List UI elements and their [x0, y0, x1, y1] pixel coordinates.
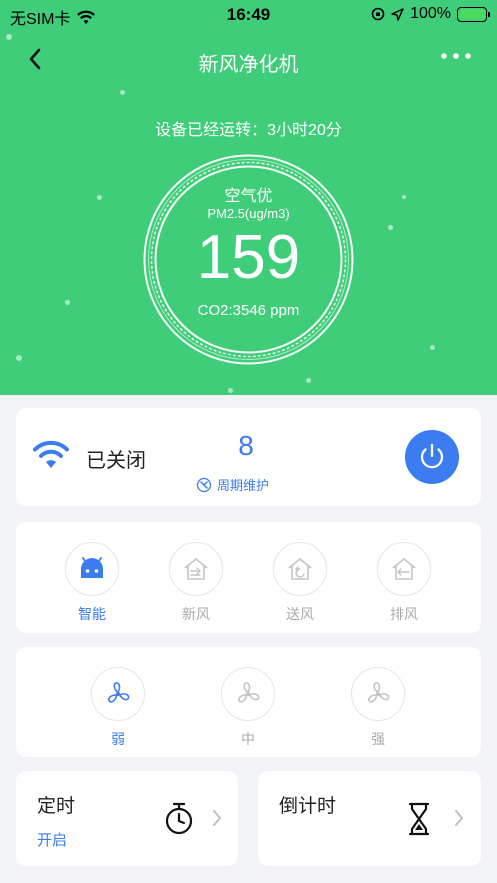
- timer-title: 定时: [37, 796, 76, 817]
- air-quality-label: 空气优: [224, 188, 273, 205]
- timer-status: 开启: [37, 832, 68, 849]
- speed-high-circle: [351, 667, 405, 721]
- speed-low-circle: [91, 667, 145, 721]
- mode-supply-air[interactable]: 送风: [272, 542, 328, 624]
- page-title: 新风净化机: [198, 54, 299, 76]
- decor-dot: [306, 378, 311, 383]
- mode-smart[interactable]: 智能: [64, 542, 120, 624]
- mode-exhaust-circle: [377, 542, 431, 596]
- battery-icon: [457, 6, 490, 22]
- speed-medium[interactable]: 中: [220, 667, 276, 749]
- device-status-card: 已关闭 8 周期维护: [16, 408, 481, 506]
- stopwatch-icon: [165, 802, 193, 835]
- speed-high[interactable]: 强: [350, 667, 406, 749]
- mode-fresh-air-label: 新风: [182, 606, 210, 622]
- power-button[interactable]: [405, 430, 459, 484]
- speed-medium-label: 中: [241, 731, 255, 747]
- timer-card[interactable]: 定时 开启: [16, 771, 238, 866]
- battery-percent: 100%: [410, 5, 451, 22]
- mode-exhaust[interactable]: 排风: [376, 542, 432, 624]
- decor-dot: [228, 388, 233, 393]
- mode-fresh-air[interactable]: 新风: [168, 542, 224, 624]
- hourglass-icon: [408, 802, 430, 836]
- wifi-connection-icon: [33, 440, 69, 468]
- co2-reading: CO2:3546 ppm: [197, 302, 300, 319]
- decor-dot: [16, 355, 22, 361]
- orientation-lock-icon: [371, 7, 385, 21]
- pm25-unit-label: PM2.5(ug/m3): [207, 206, 290, 221]
- location-arrow-icon: [391, 7, 404, 21]
- mode-selector-card: 智能 新风 送风 排风: [16, 522, 481, 633]
- decor-dot: [430, 345, 435, 350]
- mode-smart-label: 智能: [78, 606, 106, 622]
- speed-high-label: 强: [371, 731, 385, 747]
- chevron-right-icon: [455, 810, 463, 826]
- maintenance-link[interactable]: 周期维护: [196, 475, 269, 494]
- runtime-label: 设备已经运转：3小时20分: [155, 122, 342, 139]
- status-bar: 无SIM卡 16:49 100%: [0, 0, 497, 30]
- android-robot-icon: [81, 557, 103, 578]
- fan-icon: [367, 682, 390, 703]
- mode-smart-circle: [65, 542, 119, 596]
- power-icon: [420, 443, 444, 469]
- pm25-value: 159: [196, 223, 301, 292]
- fan-speed-card: 弱 中 强: [16, 647, 481, 757]
- speed-medium-circle: [221, 667, 275, 721]
- mode-exhaust-label: 排风: [390, 606, 418, 622]
- speed-low-label: 弱: [111, 731, 125, 747]
- fan-icon: [237, 682, 260, 703]
- speed-low[interactable]: 弱: [90, 667, 146, 749]
- hero-panel: 无SIM卡 16:49 100% 新风净化机 设备已经运转：3小时20分 空气优…: [0, 0, 497, 395]
- house-supply-air-icon: [288, 558, 312, 580]
- decor-dot: [120, 90, 125, 95]
- device-state-label: 已关闭: [86, 450, 146, 472]
- maintenance-count: 8: [238, 430, 254, 461]
- chevron-right-icon: [213, 810, 221, 826]
- more-menu-icon[interactable]: [439, 46, 473, 66]
- wrench-icon: [196, 477, 212, 492]
- countdown-card[interactable]: 倒计时: [258, 771, 481, 866]
- maintenance-label: 周期维护: [217, 478, 270, 493]
- nav-bar: 新风净化机: [0, 40, 497, 80]
- mode-supply-air-circle: [273, 542, 327, 596]
- house-exhaust-icon: [392, 558, 416, 580]
- house-fresh-air-icon: [184, 558, 208, 580]
- mode-fresh-air-circle: [169, 542, 223, 596]
- fan-icon: [107, 682, 130, 703]
- mode-supply-air-label: 送风: [286, 606, 314, 622]
- countdown-title: 倒计时: [279, 796, 337, 817]
